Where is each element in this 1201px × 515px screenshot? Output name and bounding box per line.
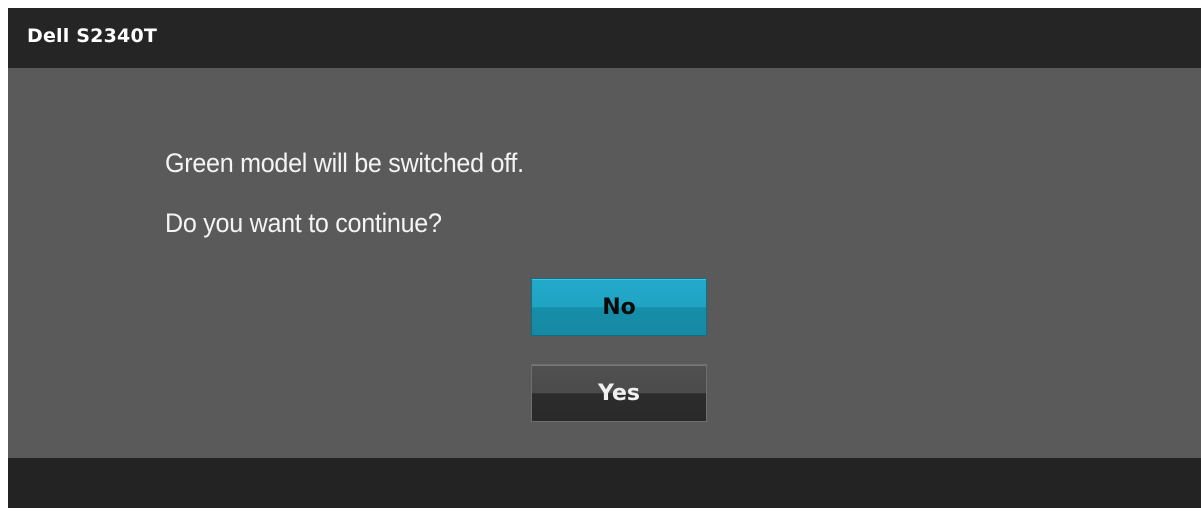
title-bar: Dell S2340T	[8, 8, 1201, 68]
message-line-2: Do you want to continue?	[165, 208, 442, 238]
footer-bar	[8, 458, 1201, 508]
message-line-1: Green model will be switched off.	[165, 148, 524, 178]
osd-window: Dell S2340T Green model will be switched…	[8, 8, 1201, 508]
no-button[interactable]: No	[531, 278, 707, 336]
yes-button[interactable]: Yes	[531, 364, 707, 422]
dialog-content: Green model will be switched off. Do you…	[8, 68, 1201, 458]
monitor-model-title: Dell S2340T	[27, 25, 158, 47]
no-button-label: No	[602, 294, 636, 320]
yes-button-label: Yes	[598, 380, 640, 406]
